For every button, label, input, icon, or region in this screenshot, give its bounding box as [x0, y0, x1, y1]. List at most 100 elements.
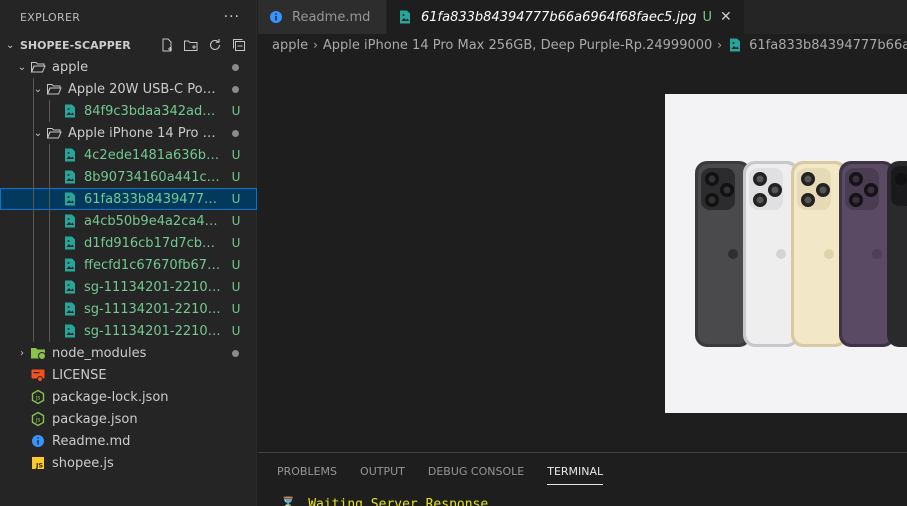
tree-file[interactable]: 61fa833b84394777b66a6964f68faec5.jpg U: [0, 188, 257, 210]
image-file-icon: [62, 257, 78, 273]
close-icon[interactable]: ✕: [720, 9, 732, 25]
breadcrumb-item[interactable]: 61fa833b84394777b66a6964f68faec5.jpg: [749, 38, 907, 53]
breadcrumb: apple › Apple iPhone 14 Pro Max 256GB, D…: [258, 34, 907, 56]
image-file-icon: [62, 147, 78, 163]
info-icon: [30, 433, 46, 449]
bottom-panel: PROBLEMS OUTPUT DEBUG CONSOLE TERMINAL ⌛…: [258, 452, 907, 506]
svg-text:JS: JS: [35, 462, 43, 470]
image-file-icon: [62, 323, 78, 339]
tree-item-label: Apple 20W USB-C Power Adapter: [68, 81, 223, 97]
indent-guide: [49, 276, 50, 298]
collapse-all-icon[interactable]: [231, 37, 248, 53]
tree-item-label: Readme.md: [52, 433, 131, 449]
info-icon: [268, 9, 284, 25]
phone-silver: [743, 161, 799, 347]
svg-text:js: js: [35, 395, 41, 402]
tree-item-label: sg-11134201-22100-0y7c2k9x1riv.jpg: [84, 279, 223, 295]
workspace-section-header[interactable]: ⌄ SHOPEE-SCAPPER: [0, 34, 256, 56]
tree-file[interactable]: ffecfd1c67670fb6752b08a4d9e1.jpg U: [0, 254, 257, 276]
indent-guide: [49, 210, 50, 232]
new-folder-icon[interactable]: [183, 37, 200, 53]
git-untracked-badge: U: [231, 302, 241, 316]
panel-tabs: PROBLEMS OUTPUT DEBUG CONSOLE TERMINAL: [258, 453, 907, 489]
nodejs-icon: js: [30, 411, 46, 427]
image-file-icon: [62, 169, 78, 185]
git-untracked-badge: U: [231, 258, 241, 272]
git-untracked-badge: U: [231, 280, 241, 294]
tree-file[interactable]: a4cb50b9e4a2ca40cc45f7e8d2b1.jpg U: [0, 210, 257, 232]
tree-item-label: package-lock.json: [52, 389, 169, 405]
indent-guide: [33, 320, 34, 342]
tree-file[interactable]: sg-11134201-22100-ipsp3n8q2liv.jpg U: [0, 298, 257, 320]
tree-item-label: sg-11134201-22100-ipsp3n8q2liv.jpg: [84, 301, 223, 317]
tree-file[interactable]: 84f9c3bdaa342ad0acc5a1d0e9b6f3a2.jpg U: [0, 100, 257, 122]
breadcrumb-item[interactable]: apple: [272, 38, 308, 53]
tree-file[interactable]: LICENSE: [0, 364, 257, 386]
tree-file[interactable]: 4c2ede1481a636b7b28456d1c0a9.jpg U: [0, 144, 257, 166]
phone-partial: [887, 161, 907, 347]
phone-deep-purple: [839, 161, 895, 347]
indent-guide: [33, 100, 34, 122]
folder-open-icon: [30, 59, 46, 75]
modified-dot-icon: [232, 349, 239, 357]
tree-file[interactable]: 8b90734160a441cdeb7e92f3c1d4.jpg U: [0, 166, 257, 188]
tab-git-status: U: [702, 9, 713, 25]
tree-file[interactable]: sg-11134201-22100-q45m7d0v3riv.jpg U: [0, 320, 257, 342]
tree-folder[interactable]: ⌄Apple iPhone 14 Pro Max 256GB, Deep Pur…: [0, 122, 257, 144]
nodejs-icon: js: [30, 389, 46, 405]
chevron-down-icon: ⌄: [17, 61, 27, 73]
breadcrumb-item[interactable]: Apple iPhone 14 Pro Max 256GB, Deep Purp…: [323, 38, 712, 53]
folder-open-icon: [46, 125, 62, 141]
tab-label: Readme.md: [292, 9, 371, 25]
tab-label: 61fa833b84394777b66a6964f68faec5.jpg: [421, 9, 697, 25]
tree-folder[interactable]: ⌄ apple: [0, 56, 257, 78]
tree-item-label: LICENSE: [52, 367, 107, 383]
git-untracked-badge: U: [231, 214, 241, 228]
chevron-down-icon: ⌄: [6, 39, 15, 51]
modified-dot-icon: [232, 85, 239, 93]
more-actions-icon[interactable]: ···: [224, 9, 240, 25]
phone-space-black: [695, 161, 751, 347]
refresh-icon[interactable]: [207, 37, 224, 53]
indent-guide: [49, 144, 50, 166]
indent-guide: [33, 166, 34, 188]
image-preview: [665, 94, 907, 413]
tab-image-file[interactable]: 61fa833b84394777b66a6964f68faec5.jpg U ✕: [387, 0, 745, 34]
git-untracked-badge: U: [231, 192, 241, 206]
tree-file[interactable]: sg-11134201-22100-0y7c2k9x1riv.jpg U: [0, 276, 257, 298]
svg-text:js: js: [35, 417, 41, 424]
indent-guide: [33, 210, 34, 232]
tab-terminal[interactable]: TERMINAL: [547, 453, 603, 489]
tab-readme[interactable]: Readme.md: [258, 0, 387, 34]
tab-debug-console[interactable]: DEBUG CONSOLE: [428, 453, 524, 489]
tree-file[interactable]: Readme.md: [0, 430, 257, 452]
tree-file[interactable]: js package.json: [0, 408, 257, 430]
tree-file[interactable]: JS shopee.js: [0, 452, 257, 474]
image-file-icon: [62, 213, 78, 229]
tree-item-label: 61fa833b84394777b66a6964f68faec5.jpg: [84, 191, 223, 207]
license-icon: [30, 367, 46, 383]
tab-output[interactable]: OUTPUT: [360, 453, 405, 489]
folder-open-icon: [46, 81, 62, 97]
tree-folder[interactable]: ⌄Apple 20W USB-C Power Adapter: [0, 78, 257, 100]
chevron-right-icon: ›: [20, 347, 24, 359]
editor-tabs: Readme.md 61fa833b84394777b66a6964f68fae…: [258, 0, 907, 34]
modified-dot-icon: [232, 63, 239, 71]
tree-folder[interactable]: › node_modules: [0, 342, 257, 364]
indent-guide: [49, 320, 50, 342]
indent-guide: [49, 188, 50, 210]
tree-file[interactable]: js package-lock.json: [0, 386, 257, 408]
indent-guide: [33, 122, 34, 144]
indent-guide: [49, 100, 50, 122]
tab-problems[interactable]: PROBLEMS: [277, 453, 337, 489]
terminal-output[interactable]: ⌛ Waiting Server Response: [280, 497, 488, 506]
iphone-product-image: [665, 94, 907, 413]
image-icon: [727, 37, 743, 53]
tree-item-label: 4c2ede1481a636b7b28456d1c0a9.jpg: [84, 147, 223, 163]
tree-file[interactable]: d1fd916cb17d7cb0b4f67a9e3c52.jpg U: [0, 232, 257, 254]
indent-guide: [49, 166, 50, 188]
terminal-text: Waiting Server Response: [308, 497, 489, 506]
new-file-icon[interactable]: [159, 37, 176, 53]
tree-item-label: sg-11134201-22100-q45m7d0v3riv.jpg: [84, 323, 223, 339]
indent-guide: [33, 276, 34, 298]
